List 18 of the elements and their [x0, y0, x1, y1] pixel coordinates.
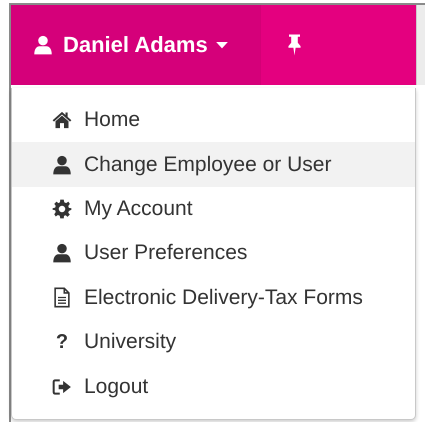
menu-item[interactable]: My Account [12, 186, 415, 232]
menu-item[interactable]: Electronic Delivery-Tax Forms [12, 276, 415, 320]
menu-item[interactable]: Logout [12, 364, 415, 409]
menu-item[interactable]: Home [12, 98, 415, 142]
question-icon: ? [52, 330, 72, 354]
document-icon [54, 287, 70, 308]
user-icon [52, 154, 72, 175]
user-icon [52, 243, 72, 264]
gear-icon [52, 198, 72, 219]
caret-icon [216, 42, 228, 48]
user-icon [33, 35, 53, 55]
pin-icon [287, 34, 302, 56]
logout-icon [52, 378, 72, 396]
user-menu-button[interactable]: Daniel Adams [11, 5, 261, 85]
home-icon [52, 110, 72, 130]
menu-item[interactable]: User Preferences [12, 231, 415, 276]
menu-item[interactable]: ? University [12, 320, 415, 364]
menu-item[interactable]: Change Employee or User [12, 142, 415, 187]
